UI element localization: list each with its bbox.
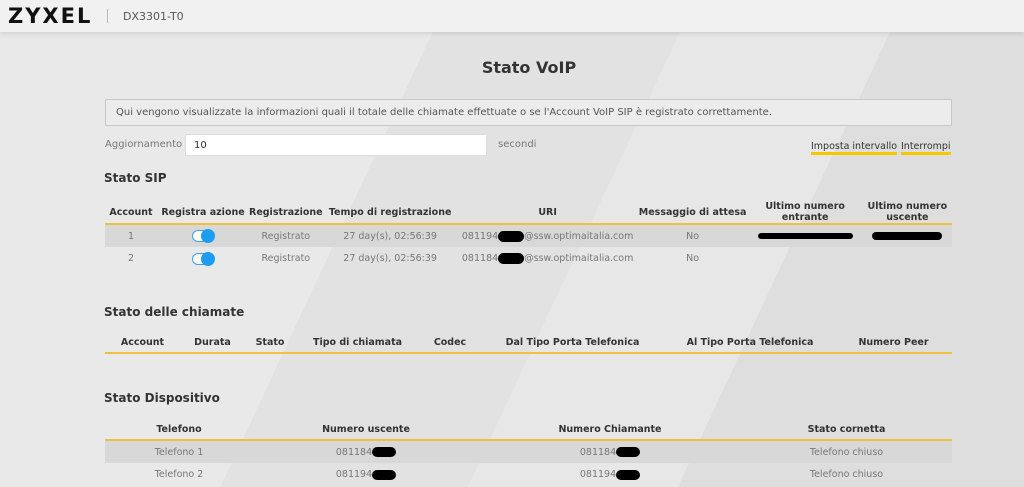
redaction [372,470,396,480]
call-status-title: Stato delle chiamate [104,305,244,319]
stop-button[interactable]: Interrompi [901,141,951,155]
time-cell: 27 day(s), 02:56:39 [323,224,458,247]
col-header: Numero uscente [253,420,479,440]
col-header: Account [105,333,180,353]
refresh-input[interactable]: 10 [185,134,487,156]
redaction [372,447,396,457]
zyxel-logo: ZYXEL [8,4,92,28]
refresh-unit: secondi [498,139,536,150]
msg-cell: No [638,224,748,247]
hook-state-cell: Telefono chiuso [741,463,952,486]
table-row: 2 Registrato 27 day(s), 02:56:39 081184@… [105,247,952,270]
col-header: Numero Chiamante [479,420,741,440]
refresh-label: Aggiornamento [105,139,182,150]
redaction [758,233,853,239]
table-row: Telefono 2 081194 081194 Telefono chiuso [105,463,952,486]
col-header: URI [458,201,638,224]
register-toggle[interactable] [192,253,214,265]
sip-status-title: Stato SIP [104,171,167,185]
msg-cell: No [638,247,748,270]
col-header: Dal Tipo Porta Telefonica [480,333,665,353]
col-header: Tempo di registrazione [323,201,458,224]
col-header: Telefono [105,420,253,440]
col-header: Ultimo numero uscente [863,201,952,224]
redaction [498,231,524,242]
divider [107,9,108,23]
outgoing-cell: 081184 [253,440,479,463]
table-row: Telefono 1 081184 081184 Telefono chiuso [105,440,952,463]
col-header: Numero Peer [835,333,952,353]
col-header: Al Tipo Porta Telefonica [665,333,835,353]
hook-state-cell: Telefono chiuso [741,440,952,463]
col-header: Stato [245,333,295,353]
register-toggle[interactable] [192,230,214,242]
redaction [872,232,942,240]
account-cell: 2 [105,247,157,270]
col-header: Registra azione [157,201,249,224]
col-header: Messaggio di attesa [638,201,748,224]
account-cell: 1 [105,224,157,247]
uri-cell: 081194@ssw.optimaitalia.com [458,224,638,247]
phone-cell: Telefono 1 [105,440,253,463]
calls-table: Account Durata Stato Tipo di chiamata Co… [105,333,952,354]
set-interval-button[interactable]: Imposta intervallo [811,141,897,155]
page-title: Stato VoIP [0,58,1024,77]
redaction [616,470,640,480]
col-header: Stato cornetta [741,420,952,440]
table-row: 1 Registrato 27 day(s), 02:56:39 081194@… [105,224,952,247]
outgoing-cell: 081194 [253,463,479,486]
registration-cell: Registrato [249,247,323,270]
sip-table: Account Registra azione Registrazione Te… [105,201,952,270]
redaction [498,253,524,264]
caller-cell: 081194 [479,463,741,486]
phone-cell: Telefono 2 [105,463,253,486]
model-name: DX3301-T0 [123,10,184,23]
col-header: Ultimo numero entrante [748,201,863,224]
redaction [616,447,640,457]
col-header: Tipo di chiamata [295,333,420,353]
time-cell: 27 day(s), 02:56:39 [323,247,458,270]
caller-cell: 081184 [479,440,741,463]
registration-cell: Registrato [249,224,323,247]
info-box: Qui vengono visualizzate la informazioni… [105,99,952,126]
col-header: Registrazione [249,201,323,224]
col-header: Codec [420,333,480,353]
top-bar: ZYXEL DX3301-T0 [0,0,1024,32]
uri-cell: 081184@ssw.optimaitalia.com [458,247,638,270]
col-header: Account [105,201,157,224]
col-header: Durata [180,333,245,353]
device-table: Telefono Numero uscente Numero Chiamante… [105,420,952,486]
device-status-title: Stato Dispositivo [104,391,220,405]
